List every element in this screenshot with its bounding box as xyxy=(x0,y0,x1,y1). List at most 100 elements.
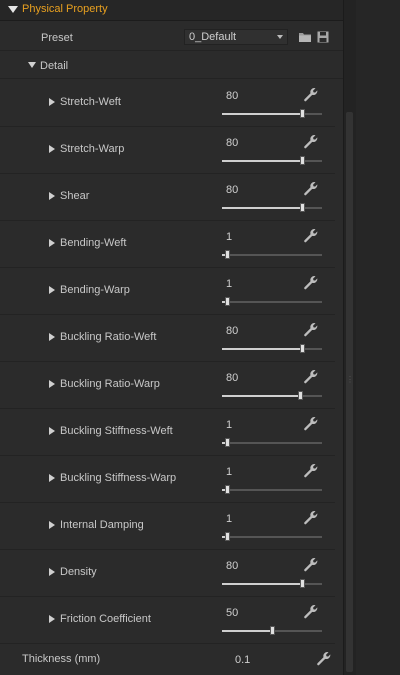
property-slider-fill xyxy=(222,207,302,209)
property-value[interactable]: 1 xyxy=(226,419,232,431)
property-slider-thumb[interactable] xyxy=(225,250,230,259)
property-slider-track[interactable] xyxy=(222,391,322,400)
property-row: Buckling Stiffness-Warp 1 xyxy=(0,455,335,503)
thickness-label: Thickness (mm) xyxy=(22,653,101,665)
vertical-scrollbar[interactable] xyxy=(344,0,356,675)
property-slider-track[interactable] xyxy=(222,485,322,494)
property-slider-track[interactable] xyxy=(222,297,322,306)
property-slider-fill xyxy=(222,630,272,632)
scrollbar-thumb[interactable] xyxy=(346,112,353,672)
physical-property-panel: Physical Property Preset 0_Default Detai… xyxy=(0,0,343,675)
property-value[interactable]: 80 xyxy=(226,90,238,102)
property-slider-track[interactable] xyxy=(222,156,322,165)
property-value[interactable]: 50 xyxy=(226,607,238,619)
property-value[interactable]: 1 xyxy=(226,231,232,243)
property-label: Buckling Ratio-Warp xyxy=(60,378,160,390)
property-row: Bending-Weft 1 xyxy=(0,220,335,268)
resize-grip-icon[interactable]: ⋮ xyxy=(346,376,354,384)
thickness-value[interactable]: 0.1 xyxy=(235,654,250,666)
property-slider-thumb[interactable] xyxy=(225,438,230,447)
property-value[interactable]: 1 xyxy=(226,278,232,290)
property-slider-thumb[interactable] xyxy=(225,297,230,306)
property-value[interactable]: 1 xyxy=(226,513,232,525)
expand-triangle-icon[interactable] xyxy=(49,427,55,435)
property-slider-thumb[interactable] xyxy=(300,344,305,353)
expand-triangle-icon[interactable] xyxy=(49,474,55,482)
expand-triangle-icon[interactable] xyxy=(49,333,55,341)
property-slider-track[interactable] xyxy=(222,532,322,541)
property-slider-thumb[interactable] xyxy=(225,532,230,541)
property-row: Friction Coefficient 50 xyxy=(0,596,335,644)
property-row: Shear 80 xyxy=(0,173,335,221)
property-slider-track[interactable] xyxy=(222,626,322,635)
expand-triangle-icon[interactable] xyxy=(49,380,55,388)
expand-triangle-icon[interactable] xyxy=(49,286,55,294)
collapse-triangle-icon[interactable] xyxy=(28,62,36,68)
preset-dropdown[interactable]: 0_Default xyxy=(184,29,288,45)
property-slider-thumb[interactable] xyxy=(225,485,230,494)
property-label: Shear xyxy=(60,190,90,202)
property-slider-fill xyxy=(222,395,300,397)
property-value[interactable]: 80 xyxy=(226,184,238,196)
property-slider-fill xyxy=(222,583,302,585)
wrench-icon[interactable] xyxy=(303,463,319,479)
preset-row: Preset 0_Default xyxy=(0,28,343,51)
save-icon[interactable] xyxy=(316,30,330,44)
section-header[interactable]: Physical Property xyxy=(0,0,343,21)
property-row: Buckling Ratio-Weft 80 xyxy=(0,314,335,362)
preset-value: 0_Default xyxy=(189,31,237,43)
section-title: Physical Property xyxy=(22,3,108,15)
property-value[interactable]: 1 xyxy=(226,466,232,478)
property-slider-thumb[interactable] xyxy=(298,391,303,400)
property-row: Buckling Ratio-Warp 80 xyxy=(0,361,335,409)
property-slider-thumb[interactable] xyxy=(300,579,305,588)
property-label: Friction Coefficient xyxy=(60,613,151,625)
expand-triangle-icon[interactable] xyxy=(49,192,55,200)
property-row: Buckling Stiffness-Weft 1 xyxy=(0,408,335,456)
property-slider-fill xyxy=(222,113,302,115)
wrench-icon[interactable] xyxy=(303,181,319,197)
wrench-icon[interactable] xyxy=(303,87,319,103)
wrench-icon[interactable] xyxy=(303,510,319,526)
property-row: Stretch-Warp 80 xyxy=(0,126,335,174)
property-slider-thumb[interactable] xyxy=(270,626,275,635)
expand-triangle-icon[interactable] xyxy=(49,239,55,247)
wrench-icon[interactable] xyxy=(303,369,319,385)
property-value[interactable]: 80 xyxy=(226,137,238,149)
thickness-row: Thickness (mm) 0.1 xyxy=(0,645,343,673)
collapse-triangle-icon[interactable] xyxy=(8,6,18,13)
wrench-icon[interactable] xyxy=(303,322,319,338)
folder-icon[interactable] xyxy=(298,30,312,44)
property-label: Density xyxy=(60,566,97,578)
wrench-icon[interactable] xyxy=(303,604,319,620)
wrench-icon[interactable] xyxy=(303,275,319,291)
property-value[interactable]: 80 xyxy=(226,560,238,572)
wrench-icon[interactable] xyxy=(303,416,319,432)
wrench-icon[interactable] xyxy=(303,134,319,150)
property-slider-thumb[interactable] xyxy=(300,203,305,212)
expand-triangle-icon[interactable] xyxy=(49,145,55,153)
property-slider-thumb[interactable] xyxy=(300,109,305,118)
property-row: Bending-Warp 1 xyxy=(0,267,335,315)
property-value[interactable]: 80 xyxy=(226,372,238,384)
expand-triangle-icon[interactable] xyxy=(49,98,55,106)
wrench-icon[interactable] xyxy=(316,651,332,667)
property-value[interactable]: 80 xyxy=(226,325,238,337)
wrench-icon[interactable] xyxy=(303,557,319,573)
property-slider-track[interactable] xyxy=(222,109,322,118)
detail-group-header[interactable]: Detail xyxy=(0,54,343,79)
property-slider-thumb[interactable] xyxy=(300,156,305,165)
property-label: Buckling Stiffness-Weft xyxy=(60,425,173,437)
expand-triangle-icon[interactable] xyxy=(49,615,55,623)
property-label: Stretch-Weft xyxy=(60,96,121,108)
property-label: Bending-Weft xyxy=(60,237,127,249)
property-slider-track[interactable] xyxy=(222,250,322,259)
detail-label: Detail xyxy=(40,60,69,72)
property-slider-track[interactable] xyxy=(222,438,322,447)
property-slider-track[interactable] xyxy=(222,579,322,588)
property-slider-track[interactable] xyxy=(222,344,322,353)
expand-triangle-icon[interactable] xyxy=(49,521,55,529)
wrench-icon[interactable] xyxy=(303,228,319,244)
expand-triangle-icon[interactable] xyxy=(49,568,55,576)
property-slider-track[interactable] xyxy=(222,203,322,212)
